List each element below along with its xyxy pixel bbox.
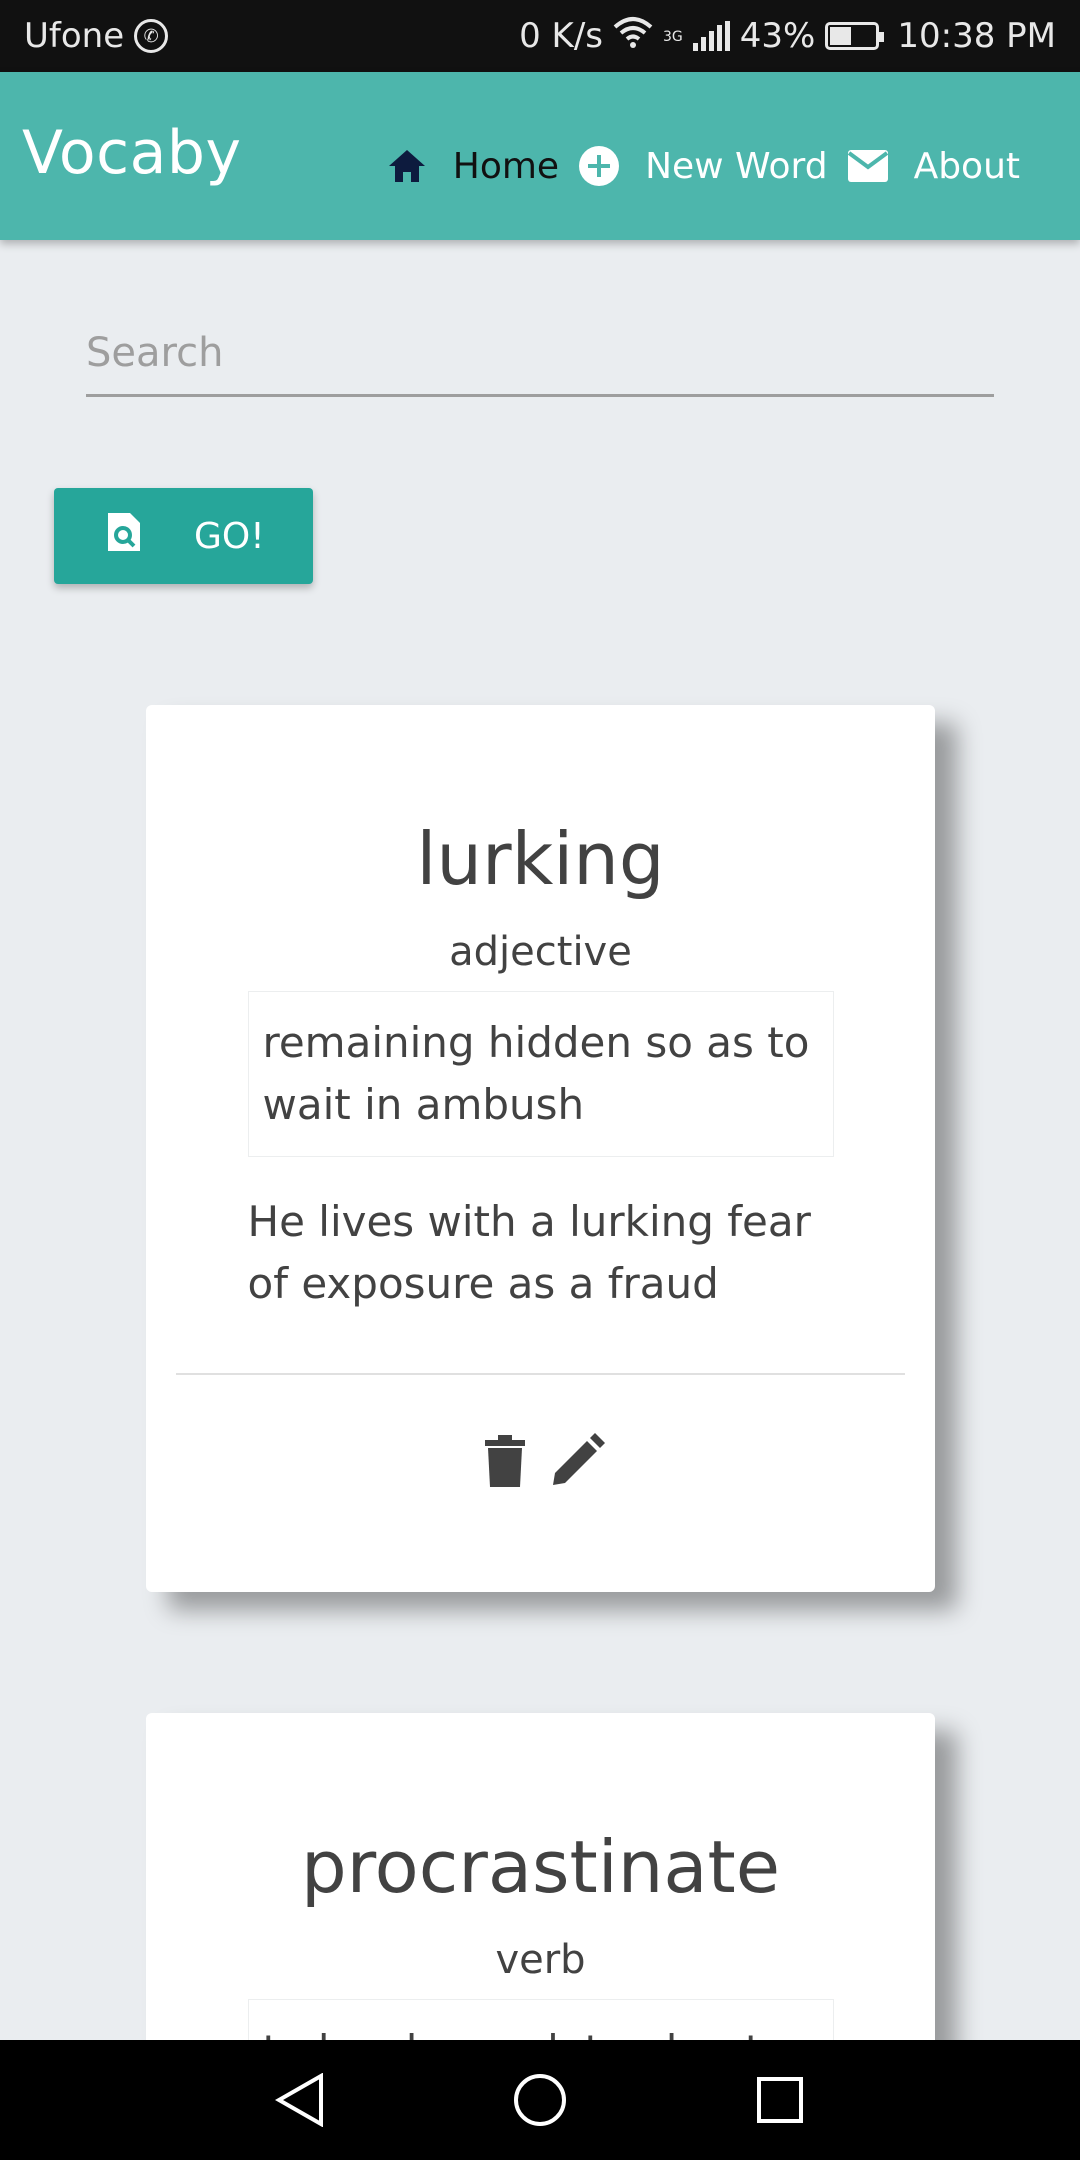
nav-about[interactable]: About	[846, 144, 1020, 188]
example-sentence: He lives with a lurking fear of exposure…	[247, 1197, 811, 1308]
word-title: lurking	[416, 817, 665, 901]
nav-home[interactable]: Home	[385, 144, 559, 188]
home-icon	[385, 144, 429, 188]
status-right: 0 K/s 3G 43% 10:38 PM	[519, 15, 1056, 58]
network-type: 3G	[663, 28, 683, 45]
search-input[interactable]	[86, 320, 994, 397]
go-button[interactable]: GO!	[54, 488, 313, 584]
status-left: Ufone ✆	[24, 16, 169, 56]
card-divider	[176, 1373, 905, 1375]
whatsapp-icon: ✆	[134, 19, 169, 53]
back-icon[interactable]	[260, 2060, 340, 2140]
word-title: procrastinate	[300, 1825, 781, 1909]
search-container	[86, 320, 994, 397]
nav-new-word-label: New Word	[645, 145, 828, 187]
recents-icon[interactable]	[740, 2060, 820, 2140]
word-card: lurking adjective remaining hidden so as…	[146, 705, 935, 1592]
top-nav: Home New Word About	[385, 144, 1020, 188]
signal-icon	[692, 21, 730, 51]
nav-new-word[interactable]: New Word	[577, 144, 828, 188]
definition: remaining hidden so as to wait in ambush	[247, 991, 834, 1157]
battery-icon	[825, 22, 885, 50]
mail-icon	[846, 144, 890, 188]
plus-circle-icon	[577, 144, 621, 188]
status-bar: Ufone ✆ 0 K/s 3G 43% 10:38 PM	[0, 0, 1080, 72]
wifi-icon	[613, 15, 653, 58]
battery-percent: 43%	[739, 16, 816, 56]
part-of-speech: verb	[495, 1937, 586, 1983]
clock: 10:38 PM	[897, 16, 1056, 56]
nav-home-label: Home	[452, 145, 560, 187]
app-bar: Vocaby Home New Word About	[0, 72, 1080, 240]
nav-about-label: About	[913, 145, 1020, 187]
part-of-speech: adjective	[449, 929, 632, 975]
card-actions	[146, 1433, 935, 1489]
go-button-label: GO!	[194, 515, 265, 557]
battery-fill	[830, 27, 851, 45]
carrier-name: Ufone	[24, 16, 125, 56]
delete-icon[interactable]	[477, 1433, 533, 1489]
brand-logo[interactable]: Vocaby	[22, 118, 241, 188]
system-nav-bar	[0, 2040, 1080, 2160]
home-button-icon[interactable]	[500, 2060, 580, 2140]
edit-icon[interactable]	[549, 1433, 605, 1489]
network-speed: 0 K/s	[519, 16, 604, 56]
file-search-icon	[106, 511, 142, 562]
